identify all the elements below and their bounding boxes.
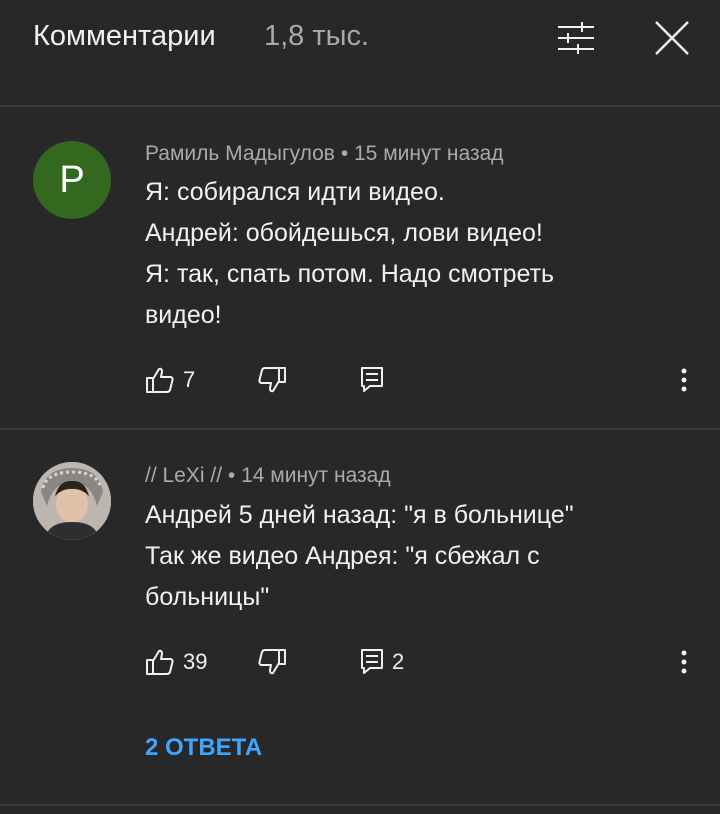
comment-time: 14 минут назад (241, 464, 391, 487)
sort-button[interactable] (552, 14, 600, 62)
divider (0, 804, 720, 806)
comment-line: Я: собирался идти видео. (145, 178, 445, 206)
avatar[interactable]: P (33, 141, 111, 219)
meta-separator: • (340, 142, 354, 165)
comment-time: 15 минут назад (354, 142, 504, 165)
comment-line: Я: так, спать потом. Надо смотреть (145, 260, 555, 288)
avatar-photo (33, 462, 111, 540)
like-button[interactable]: 39 (145, 648, 207, 676)
comment-author[interactable]: // LeXi // (145, 464, 222, 487)
divider (0, 428, 720, 430)
like-button[interactable]: 7 (145, 366, 195, 394)
close-icon (655, 21, 689, 55)
thumb-down-icon (258, 367, 286, 393)
comment-line: Андрей 5 дней назад: "я в больнице" (145, 501, 574, 529)
thumb-up-icon (146, 367, 174, 393)
sort-sliders-icon (558, 22, 594, 54)
reply-button[interactable]: 2 (360, 648, 404, 676)
more-options-button[interactable] (670, 642, 698, 682)
thumb-up-icon (146, 649, 174, 675)
meta-separator: • (227, 464, 242, 487)
comment-meta: // LeXi // • 14 минут назад (145, 464, 391, 488)
more-options-button[interactable] (670, 360, 698, 400)
like-count: 39 (183, 649, 208, 674)
comment-text: Андрей 5 дней назад: "я в больнице" Так … (145, 495, 675, 618)
panel-title: Комментарии (33, 20, 216, 52)
comment-author[interactable]: Рамиль Мадыгулов (145, 142, 335, 165)
close-button[interactable] (648, 14, 696, 62)
more-vert-icon (681, 650, 687, 674)
avatar[interactable] (33, 462, 111, 540)
comment-line: видео! (145, 301, 222, 329)
divider (0, 105, 720, 107)
reply-button[interactable] (360, 366, 384, 394)
comment-meta: Рамиль Мадыгулов • 15 минут назад (145, 142, 504, 166)
comments-header: Комментарии 1,8 тыс. (0, 0, 720, 76)
view-replies-link[interactable]: 2 ОТВЕТА (145, 734, 262, 762)
thumb-down-icon (258, 649, 286, 675)
avatar-letter: P (59, 158, 85, 201)
comment-text: Я: собирался идти видео. Андрей: обойдеш… (145, 172, 675, 336)
comment-line: Так же видео Андрея: "я сбежал с (145, 542, 540, 570)
dislike-button[interactable] (257, 648, 287, 676)
dislike-button[interactable] (257, 366, 287, 394)
comment-count: 1,8 тыс. (264, 20, 370, 52)
like-count: 7 (183, 367, 196, 392)
reply-count: 2 (392, 649, 405, 674)
comment-line: больницы" (145, 583, 270, 611)
comment-line: Андрей: обойдешься, лови видео! (145, 219, 543, 247)
reply-comment-icon (361, 649, 383, 674)
more-vert-icon (681, 368, 687, 392)
reply-comment-icon (361, 367, 383, 392)
